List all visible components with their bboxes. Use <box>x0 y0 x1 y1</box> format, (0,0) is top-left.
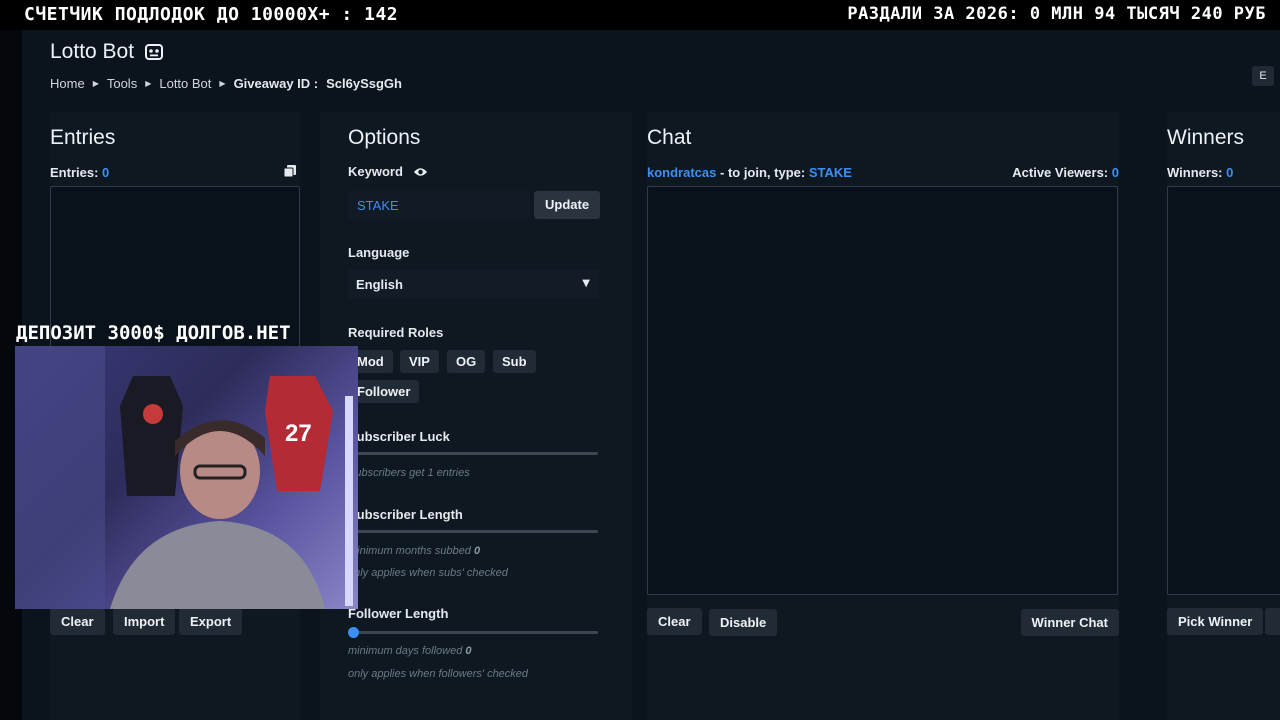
chat-join-text: - to join, type: <box>720 165 806 180</box>
svg-text:27: 27 <box>285 420 312 447</box>
follower-length-thumb[interactable] <box>348 627 359 638</box>
follower-length-note-text: minimum days followed <box>348 645 463 657</box>
entries-clear-button[interactable]: Clear <box>50 608 105 635</box>
options-title: Options <box>348 126 421 149</box>
winners-count-value: 0 <box>1226 165 1234 180</box>
roles-label: Required Roles <box>348 325 444 340</box>
chat-join-keyword: STAKE <box>808 165 852 180</box>
role-vip-button[interactable]: VIP <box>400 350 439 373</box>
chat-join-info: kondratcas - to join, type: STAKE <box>647 165 852 180</box>
update-button[interactable]: Update <box>534 191 601 219</box>
entries-count: Entries: 0 <box>50 165 109 180</box>
role-sub-button[interactable]: Sub <box>493 350 536 373</box>
entries-export-button[interactable]: Export <box>179 608 243 635</box>
winners-count: Winners: 0 <box>1167 165 1233 180</box>
sub-length-label: Subscriber Length <box>348 507 463 522</box>
follower-length-label: Follower Length <box>348 606 449 621</box>
follower-length-slider[interactable] <box>348 631 598 634</box>
chat-clear-button[interactable]: Clear <box>647 608 702 635</box>
sub-luck-note-pre: Subscribers get <box>348 467 425 479</box>
language-label: Language <box>348 245 410 260</box>
stream-overlay-bar: СЧЕТЧИК ПОДЛОДОК ДО 10000Х+ : 142 РАЗДАЛ… <box>0 0 1280 30</box>
webcam-caption: ДЕПОЗИТ 3000$ ДОЛГОВ.НЕТ <box>16 322 291 344</box>
sub-counter-text: СЧЕТЧИК ПОДЛОДОК ДО 10000Х+ : 142 <box>24 4 399 25</box>
sub-luck-slider[interactable] <box>348 452 598 455</box>
active-viewers: Active Viewers: 0 <box>1012 165 1119 180</box>
winners-count-label: Winners: <box>1167 165 1223 180</box>
sub-luck-value: 1 <box>427 467 434 479</box>
winners-list[interactable] <box>1167 186 1280 595</box>
options-panel: Options Keyword STAKE Update Language En… <box>320 112 632 720</box>
chevron-right-icon: ▶ <box>145 79 152 88</box>
sub-luck-note-post: entries <box>436 467 470 479</box>
winners-extra-button[interactable] <box>1265 608 1280 635</box>
keyword-value: STAKE <box>357 198 399 213</box>
copy-icon[interactable] <box>283 164 297 178</box>
active-viewers-value: 0 <box>1111 165 1119 180</box>
robot-icon <box>145 44 164 60</box>
chat-panel: Chat kondratcas - to join, type: STAKE A… <box>647 112 1119 720</box>
winner-chat-button[interactable]: Winner Chat <box>1020 609 1119 636</box>
sub-length-slider[interactable] <box>348 530 598 533</box>
webcam-feed: 27 <box>15 346 358 609</box>
sub-luck-label: Subscriber Luck <box>348 429 450 444</box>
role-og-button[interactable]: OG <box>447 350 486 373</box>
keyword-input[interactable]: STAKE <box>348 191 530 219</box>
giveaway-total-text: РАЗДАЛИ ЗА 2026: 0 МЛН 94 ТЫСЯЧ 240 РУБ <box>847 4 1266 24</box>
entries-title: Entries <box>50 126 116 149</box>
sub-length-value: 0 <box>473 545 481 557</box>
sub-length-note-text: minimum months subbed <box>348 545 471 557</box>
keyword-label: Keyword <box>348 164 403 179</box>
sub-luck-note: Subscribers get 1 entries <box>348 467 470 479</box>
page-title-text: Lotto Bot <box>50 40 135 63</box>
entries-import-button[interactable]: Import <box>113 608 176 635</box>
keyword-row: Keyword <box>348 164 428 179</box>
chat-channel: kondratcas <box>647 165 717 180</box>
corner-button[interactable]: E <box>1252 66 1274 86</box>
entries-count-label: Entries: <box>50 165 99 180</box>
chat-log[interactable] <box>647 186 1118 595</box>
breadcrumb-home[interactable]: Home <box>50 76 85 91</box>
winners-panel: Winners Winners: 0 Pick Winner <box>1167 112 1280 720</box>
webcam-scene-image: 27 <box>15 346 353 609</box>
follower-length-note: minimum days followed 0 <box>348 645 472 657</box>
giveaway-id-label: Giveaway ID : <box>233 76 319 91</box>
entries-count-value: 0 <box>102 165 110 180</box>
active-viewers-label: Active Viewers: <box>1012 165 1109 180</box>
chat-title: Chat <box>647 126 692 149</box>
chat-disable-button[interactable]: Disable <box>709 609 778 636</box>
breadcrumb-tools[interactable]: Tools <box>107 76 137 91</box>
eye-icon[interactable] <box>413 166 428 178</box>
sub-length-note: minimum months subbed 0 <box>348 545 480 557</box>
chevron-right-icon: ▶ <box>92 79 99 88</box>
role-follower-button[interactable]: Follower <box>348 380 420 403</box>
breadcrumb: Home ▶ Tools ▶ Lotto Bot ▶ Giveaway ID :… <box>50 76 402 91</box>
chevron-right-icon: ▶ <box>219 79 226 88</box>
follower-length-value: 0 <box>465 645 472 657</box>
giveaway-id-value: Scl6ySsgGh <box>326 76 402 91</box>
winners-title: Winners <box>1167 126 1245 149</box>
follower-length-note2: only applies when followers' checked <box>348 668 529 680</box>
language-value: English <box>356 277 403 292</box>
language-select[interactable]: English ▼ <box>348 270 598 298</box>
pick-winner-button[interactable]: Pick Winner <box>1167 608 1264 635</box>
page-title: Lotto Bot <box>50 40 164 64</box>
sub-length-note2: only applies when subs' checked <box>348 567 508 579</box>
breadcrumb-lotto-bot[interactable]: Lotto Bot <box>159 76 211 91</box>
caret-down-icon: ▼ <box>582 278 590 289</box>
